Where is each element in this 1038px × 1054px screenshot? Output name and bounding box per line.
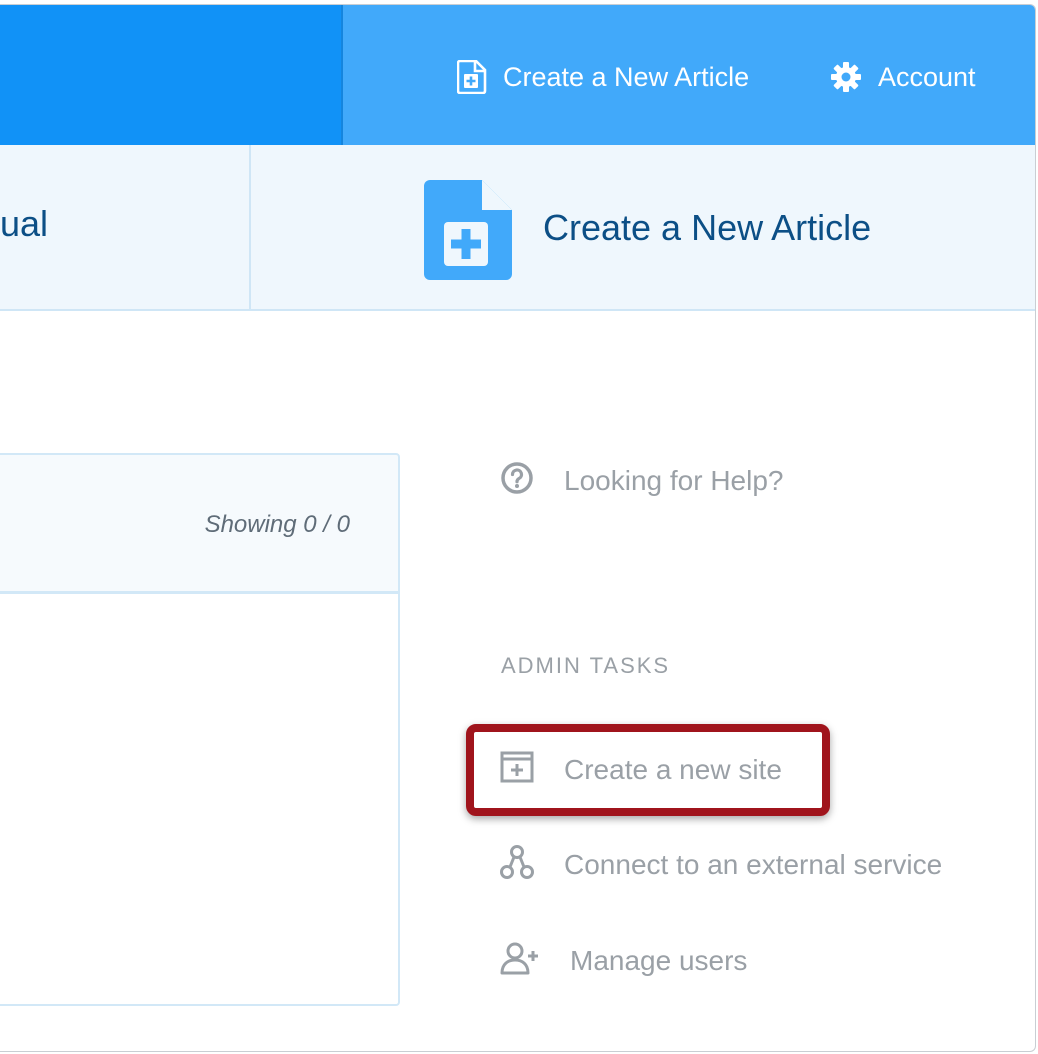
list-panel-body bbox=[0, 593, 400, 1006]
connect-external-service-link[interactable]: Connect to an external service bbox=[500, 844, 980, 887]
tab-manual-label: ual bbox=[0, 203, 49, 244]
tab-create-article[interactable]: Create a New Article bbox=[253, 145, 1035, 309]
showing-count: Showing 0 / 0 bbox=[204, 511, 350, 538]
gear-icon bbox=[830, 61, 862, 93]
list-panel-header: Showing 0 / 0 bbox=[0, 453, 400, 593]
connect-icon bbox=[500, 844, 534, 887]
secondary-tabs: ual Create a New Article bbox=[0, 145, 1035, 311]
manage-users-link[interactable]: Manage users bbox=[500, 941, 980, 981]
help-link-label: Looking for Help? bbox=[564, 465, 784, 496]
user-add-icon bbox=[500, 941, 540, 982]
account-nav-label: Account bbox=[878, 61, 976, 92]
create-article-nav-label: Create a New Article bbox=[503, 61, 750, 92]
top-navigation-bar: Create a New Article Account bbox=[0, 5, 1035, 145]
admin-tasks-heading: ADMIN TASKS bbox=[501, 653, 671, 678]
create-article-nav-link[interactable]: Create a New Article bbox=[457, 57, 749, 97]
help-link[interactable]: Looking for Help? bbox=[500, 461, 980, 501]
app-frame: Create a New Article Account ual Create … bbox=[0, 4, 1036, 1052]
connect-external-service-label: Connect to an external service bbox=[564, 849, 943, 880]
highlight-annotation bbox=[466, 724, 830, 816]
manage-users-label: Manage users bbox=[570, 945, 748, 976]
new-document-icon bbox=[424, 180, 512, 289]
new-document-icon bbox=[457, 60, 487, 94]
tab-create-article-label: Create a New Article bbox=[543, 207, 872, 248]
question-circle-icon bbox=[500, 461, 534, 502]
topbar-left-section bbox=[0, 5, 341, 145]
tab-manual[interactable]: ual bbox=[0, 145, 251, 309]
account-nav-link[interactable]: Account bbox=[830, 57, 976, 97]
